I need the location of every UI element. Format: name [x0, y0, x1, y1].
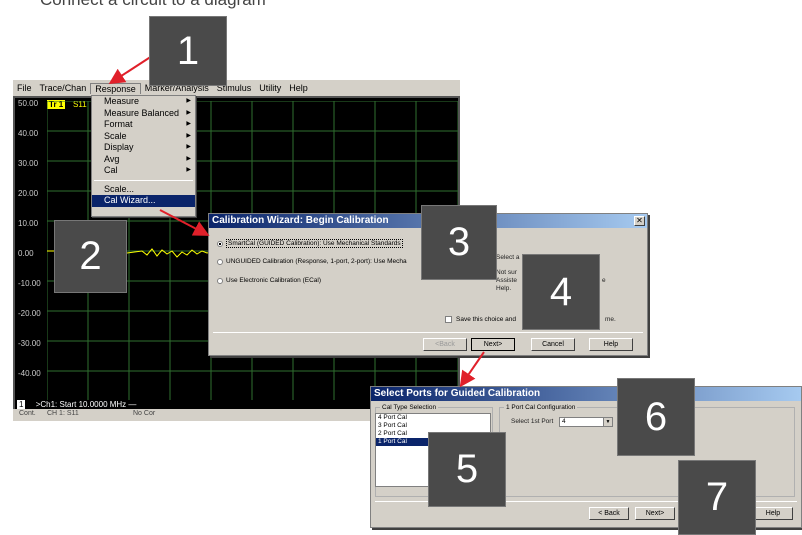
checkbox-label-tail: me.	[605, 316, 616, 323]
y-axis-label: -30.00	[18, 339, 41, 348]
response-menu: Measure ▶ Measure Balanced ▶ Format ▶ Scale…	[91, 95, 196, 217]
menu-separator	[94, 179, 193, 181]
menu-response[interactable]: Response	[90, 82, 141, 94]
status-correction: No Cor	[133, 410, 156, 417]
arrow-1	[108, 55, 153, 85]
step-badge-6: 6	[617, 378, 695, 456]
menu-file[interactable]: File	[13, 83, 36, 93]
menu-item-avg[interactable]: Avg ▶	[92, 154, 195, 166]
step-badge-1: 1	[149, 16, 227, 86]
port-select-label: Select 1st Port	[511, 418, 554, 425]
radio-icon	[217, 277, 223, 284]
y-axis-label: 40.00	[18, 129, 39, 138]
y-axis-label: -10.00	[18, 279, 41, 288]
port-config-label: 1 Port Cal Configuration	[504, 404, 578, 411]
close-icon[interactable]: ✕	[634, 216, 645, 226]
y-axis-label: -20.00	[18, 309, 41, 318]
menu-utility[interactable]: Utility	[255, 83, 285, 93]
help-text-tail: e	[602, 277, 606, 284]
chevron-down-icon[interactable]: ▼	[603, 418, 612, 426]
dialog-title: Select Ports for Guided Calibration	[371, 387, 801, 401]
y-axis-label: 20.00	[18, 189, 39, 198]
arrow-3	[459, 351, 485, 388]
step-badge-5: 5	[428, 432, 506, 507]
y-axis-label: 50.00	[18, 99, 39, 108]
cancel-button[interactable]: Cancel	[531, 338, 575, 351]
help-text-select: Select a	[496, 254, 520, 261]
back-button[interactable]: < Back	[589, 507, 629, 520]
status-mode: Cont.	[19, 410, 36, 417]
back-button[interactable]: <Back	[423, 338, 467, 351]
menu-item-format[interactable]: Format ▶	[92, 119, 195, 131]
y-axis-label: -40.00	[18, 369, 41, 378]
help-button[interactable]: Help	[589, 338, 633, 351]
step-badge-7: 7	[678, 460, 756, 535]
start-frequency: >Ch1: Start 10.0000 MHz —	[35, 400, 137, 409]
menu-item-cal-wizard[interactable]: Cal Wizard...	[92, 195, 195, 207]
menu-item-measure-balanced[interactable]: Measure Balanced ▶	[92, 108, 195, 120]
help-text-notsure: Not sur	[496, 269, 517, 276]
menu-help[interactable]: Help	[285, 83, 312, 93]
menu-item-cal[interactable]: Cal ▶	[92, 165, 195, 177]
channel-number: 1	[17, 400, 26, 409]
option-smartcal[interactable]: SmartCal (GUIDED Calibration): Use Mecha…	[217, 239, 403, 248]
status-channel: CH 1: S11	[47, 410, 79, 417]
help-button[interactable]: Help	[753, 507, 793, 520]
y-axis-label: 30.00	[18, 159, 39, 168]
step-badge-3: 3	[421, 205, 497, 280]
step-badge-2: 2	[54, 220, 127, 293]
radio-icon	[217, 258, 223, 265]
cal-type-label: Cal Type Selection	[380, 404, 439, 411]
port-select-dropdown[interactable]: 4 ▼	[559, 417, 613, 427]
list-item[interactable]: 3 Port Cal	[376, 422, 490, 430]
next-button[interactable]: Next>	[635, 507, 675, 520]
checkbox-icon	[445, 316, 452, 323]
y-axis-label: 10.00	[18, 219, 39, 228]
page-caption: Connect a circuit to a diagram	[40, 0, 266, 10]
menubar: File Trace/Chan Response Marker/Analysis…	[13, 80, 460, 96]
port-value: 4	[562, 418, 566, 425]
dialog-divider	[213, 332, 643, 333]
menu-item-scale[interactable]: Scale ▶	[92, 131, 195, 143]
step-badge-4: 4	[522, 254, 600, 330]
menu-item-display[interactable]: Display ▶	[92, 142, 195, 154]
y-axis-label: 0.00	[18, 249, 34, 258]
menu-trace-chan[interactable]: Trace/Chan	[36, 83, 91, 93]
help-text-assisted: Assiste	[496, 277, 517, 284]
menu-item-measure[interactable]: Measure ▶	[92, 96, 195, 108]
next-button[interactable]: Next>	[471, 338, 515, 351]
option-ecal[interactable]: Use Electronic Calibration (ECal)	[217, 277, 321, 284]
radio-selected-icon	[217, 240, 223, 247]
save-choice-checkbox[interactable]: Save this choice and	[445, 316, 516, 323]
menu-item-scale-dialog[interactable]: Scale...	[92, 184, 195, 196]
option-unguided[interactable]: UNGUIDED Calibration (Response, 1-port, …	[217, 258, 407, 265]
list-item[interactable]: 4 Port Cal	[376, 414, 490, 422]
help-text-help: Help.	[496, 285, 512, 292]
